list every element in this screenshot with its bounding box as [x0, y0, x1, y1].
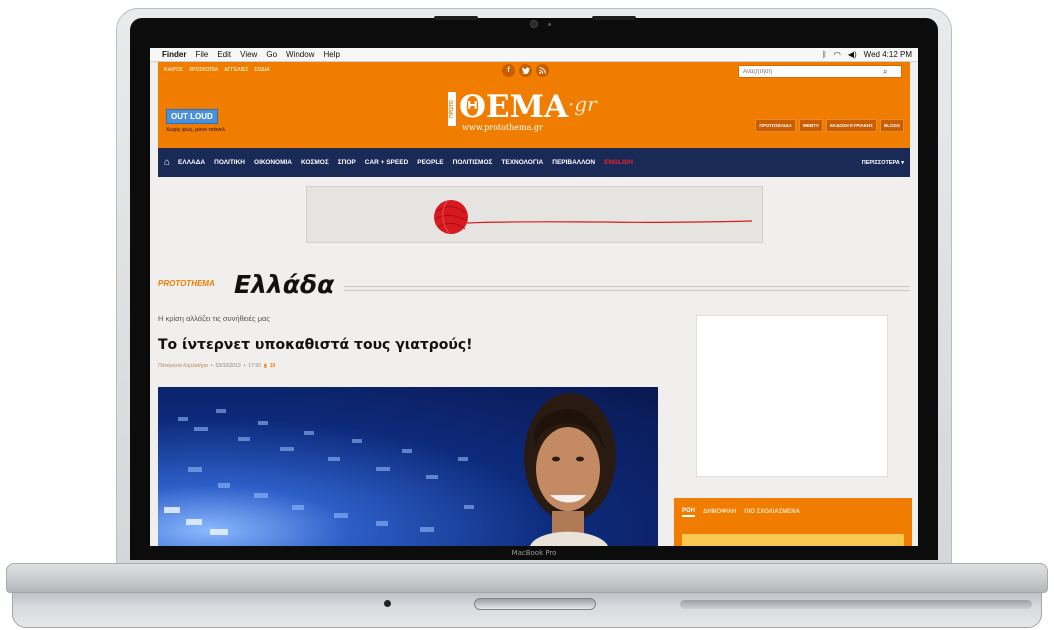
top-links: ΚΑΙΡΟΣ ΧΡΟΣΚΟΠΙΑ ΑΓΓΕΛΙΕΣ ΣΟΔΙΑ: [164, 67, 270, 73]
site-logo[interactable]: ΠΡΩΤΟ ΘΕΜΑ ·gr www.protothema.gr: [448, 89, 597, 132]
header-buttons: ΠΡΟΤΟΣΕΛΙΔΑ WEBTV ΕΚΔΟΣΗ ΚΥΡΙΑΚΗΣ BLOGS: [755, 119, 904, 132]
mac-menubar: Finder File Edit View Go Window Help ᛒ ◠…: [150, 48, 918, 62]
outloud-subtitle: Χωρίς φως, μόνο τσάνελ: [166, 127, 226, 133]
logo-url: www.protothema.gr: [462, 123, 543, 132]
banner-ad[interactable]: [306, 186, 763, 243]
site-header: ΚΑΙΡΟΣ ΧΡΟΣΚΟΠΙΑ ΑΓΓΕΛΙΕΣ ΣΟΔΙΑ f ⌕ OUT …: [158, 62, 910, 148]
tab-popular[interactable]: ΔΗΜΟΦΙΛΗ: [703, 509, 736, 515]
article-headline[interactable]: Το ίντερνετ υποκαθιστά τους γιατρούς!: [158, 337, 473, 353]
article-hero-image[interactable]: [158, 387, 658, 546]
sleep-light: [384, 600, 391, 607]
sidebar-tab-content: [674, 526, 912, 546]
laptop-base: [6, 563, 1048, 593]
menu-file[interactable]: File: [195, 50, 208, 59]
comment-count[interactable]: 10: [270, 363, 276, 369]
nav-item-world[interactable]: ΚΟΣΜΟΣ: [301, 159, 329, 166]
article-time: 17:50: [248, 363, 261, 369]
nav-item-culture[interactable]: ΠΟΛΙΤΙΣΜΟΣ: [453, 159, 493, 166]
sunday-edition-button[interactable]: ΕΚΔΟΣΗ ΚΥΡΙΑΚΗΣ: [825, 119, 877, 132]
nav-item-people[interactable]: PEOPLE: [417, 159, 443, 166]
sidebar-tabs: ΡΟΗ ΔΗΜΟΦΙΛΗ ΠΙΟ ΣΧΟΛΙΑΣΜΕΝΑ: [674, 498, 912, 526]
article-byline: Παναγιώτα Καρλατήρα • 03/10/2013 • 17:50…: [158, 363, 275, 369]
yarn-ball-image: [434, 200, 753, 234]
top-link-horoscope[interactable]: ΧΡΟΣΚΟΠΙΑ: [189, 67, 218, 73]
nav-item-technology[interactable]: ΤΕΧΝΟΛΟΓΙΑ: [501, 159, 543, 166]
logo-proto: ΠΡΩΤΟ: [448, 92, 456, 126]
search-icon[interactable]: ⌕: [883, 67, 887, 77]
frontpage-button[interactable]: ΠΡΟΤΟΣΕΛΙΔΑ: [755, 119, 796, 132]
lid-hinge: [434, 16, 478, 20]
home-icon[interactable]: ⌂: [164, 157, 170, 168]
menu-window[interactable]: Window: [286, 50, 314, 59]
top-link-weather[interactable]: ΚΑΙΡΟΣ: [164, 67, 183, 73]
camera-light: [548, 23, 551, 26]
laptop-vent: [680, 600, 1032, 609]
article-author[interactable]: Παναγιώτα Καρλατήρα: [158, 363, 208, 369]
tab-most-commented[interactable]: ΠΙΟ ΣΧΟΛΙΑΣΜΕΝΑ: [744, 509, 800, 515]
article-date: 03/10/2013: [215, 363, 241, 369]
menu-view[interactable]: View: [240, 50, 257, 59]
digital-woman-image: [164, 393, 616, 546]
nav-item-politics[interactable]: ΠΟΛΙΤΙΚΗ: [214, 159, 245, 166]
comment-icon[interactable]: ▮: [264, 363, 267, 369]
top-link-classifieds[interactable]: ΑΓΓΕΛΙΕΣ: [224, 67, 248, 73]
facebook-icon[interactable]: f: [502, 64, 515, 77]
nav-item-greece[interactable]: ΕΛΛΑΔΑ: [178, 159, 205, 166]
logo-gr: ·gr: [568, 92, 597, 116]
byline-separator: •: [243, 363, 246, 369]
model-label: MacBook Pro: [150, 546, 918, 560]
logo-main: ΘΕΜΑ: [459, 89, 568, 125]
section-title: Ελλάδα: [234, 270, 335, 299]
section-divider: [344, 286, 910, 291]
lid-hinge: [592, 16, 636, 20]
outloud-promo[interactable]: OUT LOUD Χωρίς φως, μόνο τσάνελ: [166, 106, 225, 133]
blogs-button[interactable]: BLOGS: [879, 119, 904, 132]
social-links: f: [502, 64, 549, 77]
nav-item-environment[interactable]: ΠΕΡΙΒΑΛΛΟΝ: [552, 159, 595, 166]
menu-go[interactable]: Go: [266, 50, 277, 59]
byline-separator: •: [210, 363, 213, 369]
top-link-zodiac[interactable]: ΣΟΔΙΑ: [254, 67, 269, 73]
tab-feed[interactable]: ΡΟΗ: [682, 508, 696, 517]
volume-icon[interactable]: ◀︎): [848, 50, 857, 59]
wifi-icon[interactable]: ◠: [834, 50, 841, 59]
nav-item-english[interactable]: ENGLISH: [604, 159, 633, 166]
nav-item-economy[interactable]: ΟΙΚΟΝΟΜΙΑ: [254, 159, 292, 166]
menubar-clock[interactable]: Wed 4:12 PM: [864, 50, 912, 59]
section-heading: PROTOTHEMA Ελλάδα: [158, 270, 910, 300]
nav-item-sport[interactable]: ΣΠΟΡ: [338, 159, 356, 166]
bluetooth-icon[interactable]: ᛒ: [822, 50, 827, 59]
optical-drive-slot: [474, 598, 596, 610]
browser-screen: Finder File Edit View Go Window Help ᛒ ◠…: [150, 48, 918, 546]
article-kicker: Η κρίση αλλάζει τις συνήθειές μας: [158, 314, 270, 323]
rss-icon[interactable]: [536, 64, 549, 77]
search-input[interactable]: [743, 68, 883, 75]
camera-icon: [530, 20, 538, 28]
menu-finder[interactable]: Finder: [162, 50, 186, 59]
sidebar-ad[interactable]: [696, 315, 888, 477]
webtv-button[interactable]: WEBTV: [798, 119, 823, 132]
nav-item-car-speed[interactable]: CAR + SPEED: [365, 159, 409, 166]
main-nav: ⌂ ΕΛΛΑΔΑ ΠΟΛΙΤΙΚΗ ΟΙΚΟΝΟΜΙΑ ΚΟΣΜΟΣ ΣΠΟΡ …: [158, 148, 910, 177]
sidebar-tab-panel: [682, 534, 904, 546]
outloud-badge: OUT LOUD: [166, 109, 218, 124]
section-kicker: PROTOTHEMA: [158, 279, 215, 288]
site-search: ⌕: [738, 65, 902, 78]
menu-help[interactable]: Help: [323, 50, 339, 59]
nav-more-dropdown[interactable]: ΠΕΡΙΣΣΟΤΕΡΑ ▾: [862, 160, 904, 166]
menu-edit[interactable]: Edit: [217, 50, 231, 59]
twitter-icon[interactable]: [519, 64, 532, 77]
